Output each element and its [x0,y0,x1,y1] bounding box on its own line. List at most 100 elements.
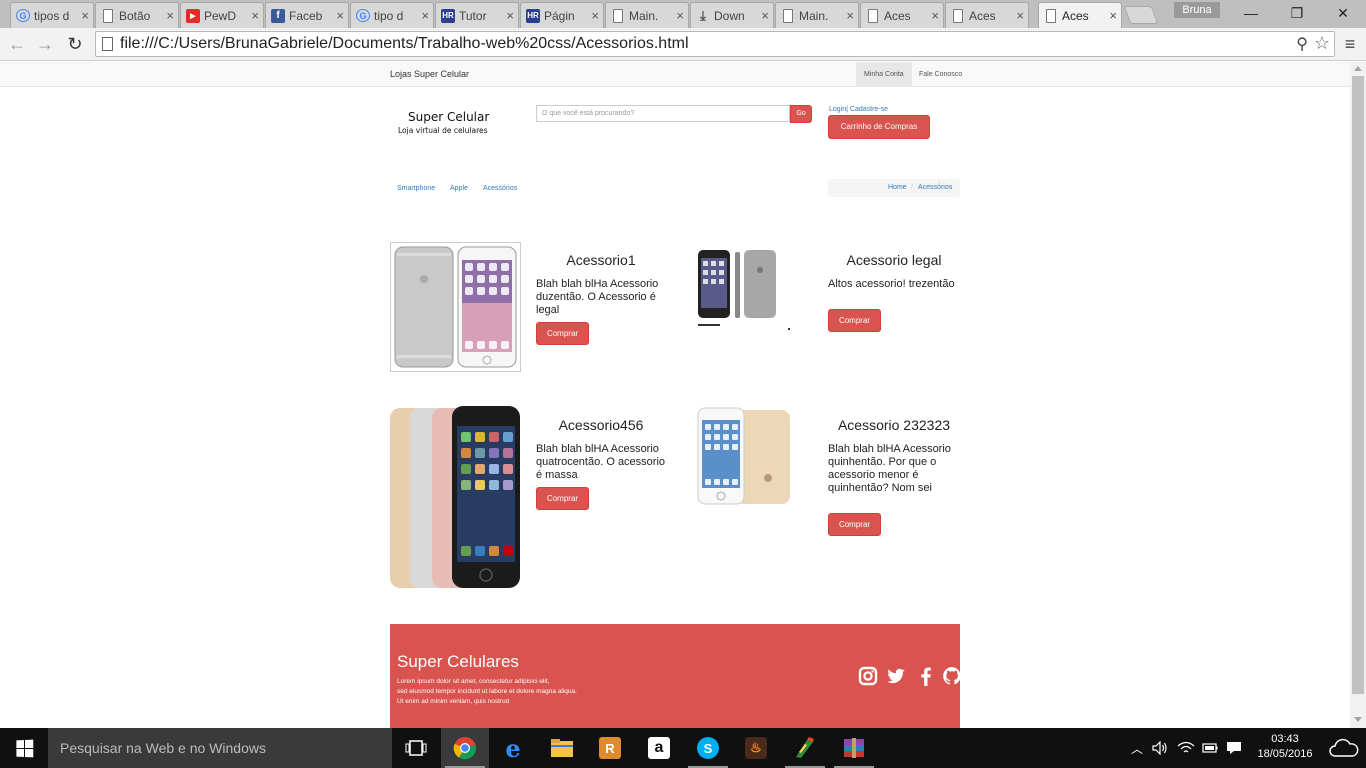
amazon-icon[interactable]: a [635,728,683,768]
zoom-icon[interactable]: ⚲ [1296,34,1308,54]
product-image[interactable] [696,248,792,334]
clock[interactable]: 03:43 18/05/2016 [1250,732,1320,762]
tab-pewdiepie[interactable]: ▶ PewD × [180,2,264,28]
chrome-taskbar-icon[interactable] [441,728,489,768]
close-icon[interactable]: × [1016,8,1024,23]
contact-link[interactable]: Fale Conosco [911,62,970,87]
tab-title: Main. [629,8,659,23]
onedrive-cloud-icon[interactable] [1324,728,1364,768]
url-field[interactable]: file:///C:/Users/BrunaGabriele/Documents… [95,31,1335,57]
tab-tipo[interactable]: Gtipo d × [350,2,434,28]
github-icon[interactable] [942,666,962,688]
wifi-icon[interactable] [1175,728,1197,768]
category-smartphone[interactable]: Smartphone [397,185,435,192]
document-icon [613,8,623,23]
profile-button[interactable]: Bruna [1174,2,1220,18]
facebook-icon[interactable] [916,666,936,688]
chrome-menu-icon[interactable]: ≡ [1340,34,1360,54]
minimize-icon[interactable]: — [1228,0,1274,26]
shopping-cart-button[interactable]: Carrinho de Compras [828,115,930,139]
app-r-icon[interactable]: R [586,728,634,768]
footer: Super Celulares Lorem ipsum dolor sit am… [390,624,962,728]
torch-icon[interactable]: ♨ [732,728,780,768]
product-title[interactable]: Acessorio1 [536,252,666,268]
tab-botao[interactable]: Botão × [95,2,179,28]
facebook-icon: f [271,8,285,23]
buy-button[interactable]: Comprar [828,309,881,332]
url-text[interactable]: file:///C:/Users/BrunaGabriele/Documents… [120,35,689,53]
twitter-icon[interactable] [886,666,906,688]
close-icon[interactable]: × [421,8,429,23]
tab-tipos[interactable]: Gtipos d × [10,2,94,28]
tab-downloads[interactable]: ⤓ Down × [690,2,774,28]
logo-title[interactable]: Super Celular [408,110,489,124]
tab-tutor[interactable]: HR Tutor × [435,2,519,28]
forward-arrow-icon[interactable]: → [32,32,58,56]
tab-acessorios-active[interactable]: Aces × [1038,2,1122,28]
tab-main-1[interactable]: Main. × [605,2,689,28]
product-title[interactable]: Acessorio legal [828,252,960,268]
product-image[interactable] [390,406,521,589]
close-icon[interactable]: × [591,8,599,23]
close-icon[interactable]: × [251,8,259,23]
footer-text-line: Lorem ipsum dolor sit amet, consectetur … [397,678,550,685]
restore-icon[interactable]: ❐ [1274,0,1320,26]
winrar-icon[interactable] [830,728,878,768]
chevron-up-icon[interactable]: ︿ [1128,728,1146,768]
close-icon[interactable]: × [506,8,514,23]
category-acessorios[interactable]: Acessórios [483,185,517,192]
file-explorer-icon[interactable] [538,728,586,768]
navbar-brand[interactable]: Lojas Super Celular [390,69,469,79]
start-button[interactable] [0,728,48,768]
scroll-down-icon[interactable] [1354,717,1362,722]
product-image[interactable] [390,242,521,372]
tab-main-2[interactable]: Main. × [775,2,859,28]
paint-app-icon[interactable] [781,728,829,768]
close-icon[interactable]: × [846,8,854,23]
close-icon[interactable]: × [81,8,89,23]
product-title[interactable]: Acessorio456 [536,417,666,433]
reload-icon[interactable]: ↻ [62,32,88,56]
category-apple[interactable]: Apple [450,185,468,192]
battery-icon[interactable] [1198,728,1220,768]
google-icon: G [356,9,370,22]
edge-taskbar-icon[interactable]: e [489,728,537,768]
close-icon[interactable]: × [931,8,939,23]
clock-date: 18/05/2016 [1257,748,1313,760]
my-account-link[interactable]: Minha Conta [856,62,912,87]
close-icon[interactable]: × [166,8,174,23]
taskbar-search-input[interactable]: Pesquisar na Web e no Windows [48,728,392,768]
scroll-up-icon[interactable] [1354,66,1362,71]
login-register-link[interactable]: Login| Cadastre-se [829,106,888,113]
tab-title: tipos d [34,8,70,23]
close-icon[interactable]: × [761,8,769,23]
product-image[interactable] [696,406,794,506]
new-tab-button[interactable] [1123,6,1159,24]
breadcrumb-acessorios[interactable]: Acessórios [918,184,952,191]
close-icon[interactable]: × [676,8,684,23]
buy-button[interactable]: Comprar [828,513,881,536]
buy-button[interactable]: Comprar [536,322,589,345]
notifications-icon[interactable] [1222,728,1246,768]
tab-facebook[interactable]: f Faceb × [265,2,349,28]
instagram-icon[interactable] [858,666,878,688]
search-go-button[interactable]: Go [790,105,812,123]
tab-acessorios-2[interactable]: Aces × [945,2,1029,28]
breadcrumb-home[interactable]: Home [888,184,907,191]
task-view-icon[interactable] [392,728,440,768]
scrollbar-thumb[interactable] [1352,76,1364,694]
close-icon[interactable]: × [1109,8,1117,23]
tab-pagina[interactable]: HR Págin × [520,2,604,28]
skype-icon[interactable]: S [684,728,732,768]
product-title[interactable]: Acessorio 232323 [828,417,960,433]
bookmark-star-icon[interactable]: ☆ [1314,33,1330,54]
buy-button[interactable]: Comprar [536,487,589,510]
tab-acessorios-1[interactable]: Aces × [860,2,944,28]
back-arrow-icon[interactable]: ← [4,32,30,56]
close-window-icon[interactable]: ✕ [1320,0,1366,26]
product-description: Blah blah blHa Acessorio duzentão. O Ace… [536,278,659,316]
page-scrollbar[interactable] [1350,62,1366,728]
close-icon[interactable]: × [336,8,344,23]
search-input[interactable]: O que você está procurando? [536,105,790,122]
volume-icon[interactable] [1150,728,1170,768]
